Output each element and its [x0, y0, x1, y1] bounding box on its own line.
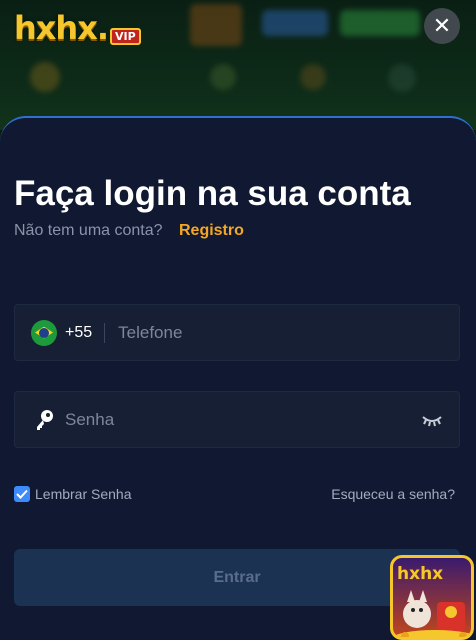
key-icon: [37, 409, 53, 430]
forgot-password-link[interactable]: Esqueceu a senha?: [331, 486, 455, 502]
register-link[interactable]: Registro: [179, 222, 244, 239]
page-title: Faça login na sua conta: [14, 174, 411, 213]
brand-logo[interactable]: hxhx. VIP: [14, 9, 141, 47]
remember-password-toggle[interactable]: Lembrar Senha: [14, 486, 132, 502]
password-input[interactable]: [65, 392, 421, 447]
remember-checkbox[interactable]: [14, 486, 30, 502]
brazil-flag-icon[interactable]: [31, 319, 57, 346]
eye-closed-icon[interactable]: [421, 413, 443, 427]
logo-text: hxhx.: [14, 9, 109, 47]
app-promo-badge[interactable]: hxhx: [390, 555, 474, 640]
remember-label[interactable]: Lembrar Senha: [35, 486, 132, 502]
promo-logo-text: hxhx: [397, 564, 444, 584]
vip-badge: VIP: [110, 27, 141, 45]
phone-field[interactable]: +55: [14, 304, 460, 361]
no-account-text: Não tem uma conta?: [14, 222, 163, 239]
background-header: hxhx. VIP: [0, 0, 476, 130]
password-field[interactable]: [14, 391, 460, 448]
phone-input[interactable]: [118, 305, 459, 360]
check-icon: [16, 489, 28, 499]
divider: [104, 322, 106, 343]
register-prompt: Não tem uma conta? Registro: [14, 222, 244, 240]
close-button[interactable]: ✕: [424, 8, 460, 44]
close-icon: ✕: [432, 13, 452, 38]
promo-art-image: [393, 590, 471, 637]
country-code[interactable]: +55: [65, 324, 92, 342]
